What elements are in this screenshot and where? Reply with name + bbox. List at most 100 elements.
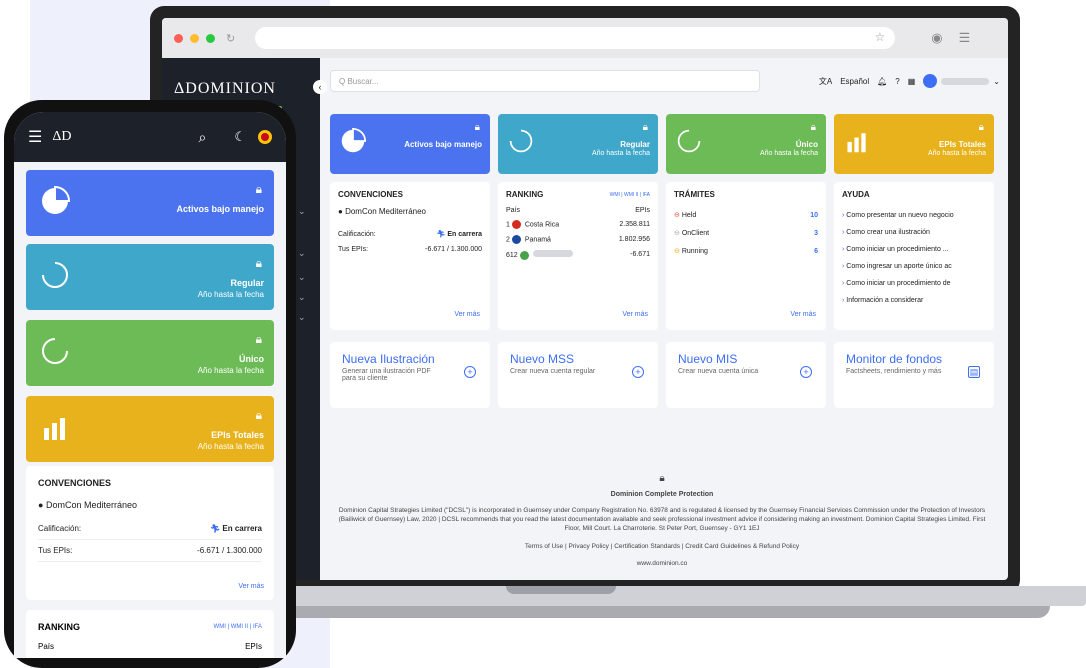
kpi-card-epis[interactable]: 🔒︎ EPIs Totales Año hasta la fecha bbox=[26, 396, 274, 462]
translate-icon[interactable]: 文A bbox=[819, 76, 832, 87]
kpi-card-regular[interactable]: 🔒︎ Regular Año hasta la fecha bbox=[498, 114, 658, 174]
epis-value: -6.671 / 1.300.000 bbox=[425, 246, 482, 253]
cycle-icon bbox=[42, 338, 68, 364]
phone-topbar: ☰ ΔD ⌕ ☾ bbox=[14, 112, 286, 162]
hamburger-icon[interactable]: ☰ bbox=[28, 127, 42, 147]
monitor-fondos-card[interactable]: Monitor de fondos Factsheets, rendimient… bbox=[834, 342, 994, 408]
runner-icon: 🏃︎ bbox=[436, 231, 446, 238]
flag-icon bbox=[519, 250, 529, 260]
tramite-row[interactable]: ⊖ OnClient 3 bbox=[674, 229, 818, 238]
bar-chart-icon bbox=[847, 133, 866, 153]
reload-icon[interactable]: ↻ bbox=[226, 32, 235, 45]
convention-icon: ● bbox=[338, 207, 343, 216]
ver-mas-link[interactable]: Ver más bbox=[238, 583, 264, 590]
refresh-icon bbox=[42, 262, 68, 288]
kpi-row: 🔒︎ Activos bajo manejo 🔒︎ Regular Año ha… bbox=[330, 114, 994, 174]
nuevo-mis-card[interactable]: Nuevo MIS Crear nueva cuenta única + bbox=[666, 342, 826, 408]
ranking-tabs[interactable]: WMI | WMI II | IFA bbox=[610, 192, 650, 198]
col-epis: EPIs bbox=[635, 207, 650, 214]
footer-legal: Dominion Capital Strategies Limited ("DC… bbox=[338, 506, 986, 533]
ranking-panel: RANKING WMI | WMI II | IFA País EPIs bbox=[26, 610, 274, 658]
search-icon[interactable]: ⌕ bbox=[199, 129, 207, 146]
tramite-row[interactable]: ⊖ Held 10 bbox=[674, 211, 818, 220]
kpi-card-unico[interactable]: 🔒︎ Único Año hasta la fecha bbox=[26, 320, 274, 386]
lock-icon: 🔒︎ bbox=[659, 473, 665, 484]
qr-icon[interactable]: ▦ bbox=[908, 77, 916, 86]
kpi-card-regular[interactable]: 🔒︎ Regular Año hasta la fecha bbox=[26, 244, 274, 310]
kpi-card-activos[interactable]: 🔒︎ Activos bajo manejo bbox=[330, 114, 490, 174]
ver-mas-link[interactable]: Ver más bbox=[790, 311, 816, 318]
close-dot-icon[interactable] bbox=[174, 33, 183, 43]
help-link[interactable]: › Como iniciar un procedimiento de bbox=[842, 275, 986, 292]
theme-icon[interactable]: ☾ bbox=[234, 129, 246, 145]
kpi-card-activos[interactable]: 🔒︎ Activos bajo manejo bbox=[26, 170, 274, 236]
browser-toolbar: ↻ ☆ ◉ ☰ bbox=[162, 18, 1008, 58]
col-pais: País bbox=[506, 207, 521, 214]
help-link[interactable]: › Como crear una ilustración bbox=[842, 224, 986, 241]
kpi-subtitle: Año hasta la fecha bbox=[592, 150, 650, 157]
search-input[interactable]: Q Buscar... bbox=[330, 70, 760, 92]
calificacion-label: Calificación: bbox=[338, 230, 376, 238]
calificacion-value: En carrera bbox=[447, 231, 482, 238]
chevron-down-icon[interactable]: ⌄ bbox=[298, 272, 306, 283]
user-menu[interactable]: ⌄ bbox=[923, 74, 1000, 88]
topbar: Q Buscar... 文A Español 🔔︎ ? ▦ ⌄ bbox=[330, 70, 1000, 92]
add-circle-icon[interactable]: + bbox=[800, 366, 812, 378]
lock-icon: 🔒︎ bbox=[810, 122, 816, 133]
panel-title: TRÁMITES bbox=[674, 190, 715, 199]
bell-icon[interactable]: 🔔︎ bbox=[877, 77, 887, 86]
nueva-ilustracion-card[interactable]: Nueva Ilustración Generar una ilustració… bbox=[330, 342, 490, 408]
profile-icon[interactable]: ◉ bbox=[931, 30, 942, 46]
ranking-row: 612 -6.671 bbox=[506, 250, 650, 260]
chevron-down-icon: ⌄ bbox=[993, 76, 1000, 86]
flag-icon bbox=[511, 220, 521, 229]
ranking-row: 2 Panamá 1.802.956 bbox=[506, 235, 650, 244]
address-bar[interactable]: ☆ bbox=[255, 27, 896, 49]
help-link[interactable]: › Como ingresar un aporte único ac bbox=[842, 258, 986, 275]
ver-mas-link[interactable]: Ver más bbox=[622, 311, 648, 318]
lock-icon: 🔒︎ bbox=[255, 408, 262, 422]
monitor-icon[interactable]: ▤ bbox=[968, 366, 980, 378]
chevron-down-icon[interactable]: ⌄ bbox=[298, 312, 306, 323]
help-link[interactable]: › Como iniciar un procedimiento ... bbox=[842, 241, 986, 258]
language-selector[interactable]: Español bbox=[840, 77, 869, 86]
ranking-panel: RANKING WMI | WMI II | IFA País EPIs 1 Cos… bbox=[498, 182, 658, 330]
epis-label: Tus EPIs: bbox=[338, 246, 369, 253]
panel-title: RANKING bbox=[506, 190, 544, 199]
help-link[interactable]: › Como presentar un nuevo negocio bbox=[842, 207, 986, 224]
kpi-card-epis[interactable]: 🔒︎ EPIs Totales Año hasta la fecha bbox=[834, 114, 994, 174]
menu-icon[interactable]: ☰ bbox=[959, 30, 971, 46]
convenciones-panel: CONVENCIONES ● DomCon Mediterráneo Calif… bbox=[330, 182, 490, 330]
avatar bbox=[923, 74, 938, 88]
footer-website[interactable]: www.dominion.co bbox=[330, 559, 994, 568]
bar-chart-icon bbox=[44, 418, 65, 440]
bookmark-star-icon[interactable]: ☆ bbox=[874, 30, 885, 44]
logo: ΔDOMINION bbox=[174, 80, 276, 97]
add-circle-icon[interactable]: + bbox=[464, 366, 476, 378]
kpi-subtitle: Año hasta la fecha bbox=[760, 150, 818, 157]
chevron-down-icon[interactable]: ⌄ bbox=[298, 292, 306, 303]
ver-mas-link[interactable]: Ver más bbox=[454, 311, 480, 318]
chevron-down-icon[interactable]: ⌄ bbox=[298, 206, 306, 217]
chevron-down-icon[interactable]: ⌄ bbox=[298, 248, 306, 259]
convenciones-panel: CONVENCIONES ● DomCon Mediterráneo Calif… bbox=[26, 466, 274, 600]
phone-screen: ☰ ΔD ⌕ ☾ 🔒︎ Activos bajo manejo 🔒︎ Regul… bbox=[14, 112, 286, 658]
phone-frame: ☰ ΔD ⌕ ☾ 🔒︎ Activos bajo manejo 🔒︎ Regul… bbox=[4, 100, 296, 668]
spain-flag-icon[interactable] bbox=[258, 130, 272, 144]
ranking-row: 1 Costa Rica 2.358.811 bbox=[506, 220, 650, 229]
tramite-row[interactable]: ⊖ Running 6 bbox=[674, 247, 818, 256]
help-link[interactable]: › Información a considerar bbox=[842, 292, 986, 309]
lock-icon: 🔒︎ bbox=[255, 182, 262, 196]
flag-icon bbox=[511, 235, 521, 244]
footer-links[interactable]: Terms of Use | Privacy Policy | Certific… bbox=[330, 542, 994, 551]
maximize-dot-icon[interactable] bbox=[206, 33, 215, 43]
footer: 🔒︎ Dominion Complete Protection Dominion… bbox=[330, 472, 994, 569]
add-circle-icon[interactable]: + bbox=[632, 366, 644, 378]
kpi-card-unico[interactable]: 🔒︎ Único Año hasta la fecha bbox=[666, 114, 826, 174]
nuevo-mss-card[interactable]: Nuevo MSS Crear nueva cuenta regular + bbox=[498, 342, 658, 408]
lock-icon: 🔒︎ bbox=[978, 122, 984, 133]
kpi-title: Regular bbox=[620, 140, 650, 149]
lock-icon: 🔒︎ bbox=[255, 256, 262, 270]
minimize-dot-icon[interactable] bbox=[190, 33, 199, 43]
help-icon[interactable]: ? bbox=[895, 77, 899, 86]
